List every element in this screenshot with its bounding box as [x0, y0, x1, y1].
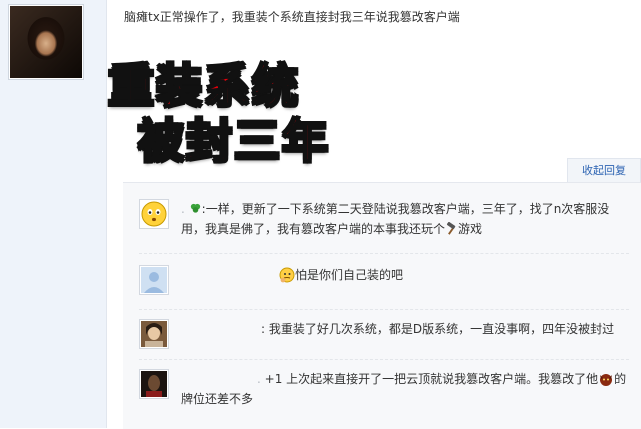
- reply-avatar[interactable]: [139, 265, 169, 295]
- reply-avatar[interactable]: [139, 319, 169, 349]
- reply-item: . +1 上次起来直接开了一把云顶就说我篡改客户端。我篡改了他 的牌位还差不多: [139, 369, 629, 409]
- reply-body: : 我重装了好几次系统，都是D版系统，一直没事啊，四年没被封过: [261, 322, 615, 336]
- reply-body-a: +1 上次起来直接开了一把云顶就说我篡改客户端。我篡改了他: [264, 372, 599, 386]
- reply-text: : 我重装了好几次系统，都是D版系统，一直没事啊，四年没被封过: [261, 319, 629, 339]
- op-avatar[interactable]: [8, 4, 84, 80]
- hammer-emoji-icon: [447, 222, 456, 235]
- reply-item: . :一样，更新了一下系统第二天登陆说我篡改客户端，三年了，找了n次客服没用，我…: [139, 199, 629, 239]
- op-avatar-image: [10, 6, 82, 78]
- reply-username-masked[interactable]: .: [257, 372, 261, 386]
- reply-avatar[interactable]: [139, 199, 169, 229]
- reply-text: . :一样，更新了一下系统第二天登陆说我篡改客户端，三年了，找了n次客服没用，我…: [181, 199, 629, 239]
- reply-body-b: 游戏: [458, 222, 483, 236]
- reply-divider: [139, 253, 629, 254]
- clover-emoji-icon: [190, 203, 200, 213]
- reply-item: 怕是你们自己装的吧: [139, 265, 629, 305]
- left-sidebar: [0, 0, 107, 428]
- overlay-caption-line2: 被封三年: [137, 113, 330, 169]
- user-photo-avatar-icon: [141, 371, 167, 397]
- reply-body: 怕是你们自己装的吧: [295, 268, 404, 282]
- reply-divider: [139, 359, 629, 360]
- thinking-face-emoji-icon: [279, 267, 295, 283]
- reply-item: : 我重装了好几次系统，都是D版系统，一直没事啊，四年没被封过: [139, 319, 629, 359]
- reply-avatar[interactable]: [139, 369, 169, 399]
- collapse-replies-button[interactable]: 收起回复: [567, 158, 641, 183]
- default-user-avatar-icon: [141, 267, 167, 293]
- reply-text: . +1 上次起来直接开了一把云顶就说我篡改客户端。我篡改了他 的牌位还差不多: [181, 369, 629, 409]
- user-photo-avatar-icon: [141, 321, 167, 347]
- reply-divider: [139, 309, 629, 310]
- reply-text: 怕是你们自己装的吧: [279, 265, 629, 285]
- reply-body-a: :一样，更新了一下系统第二天登陆说我篡改客户端，三年了，找了n次客服没用，我真是…: [181, 202, 610, 236]
- reply-panel: . :一样，更新了一下系统第二天登陆说我篡改客户端，三年了，找了n次客服没用，我…: [123, 182, 641, 429]
- reply-username-masked[interactable]: .: [181, 202, 185, 216]
- demon-face-emoji-icon: [600, 374, 613, 386]
- emoji-face-avatar-icon: [141, 201, 167, 227]
- post-content: 脑瘫tx正常操作了，我重装个系统直接封我三年说我篡改客户端: [124, 10, 460, 24]
